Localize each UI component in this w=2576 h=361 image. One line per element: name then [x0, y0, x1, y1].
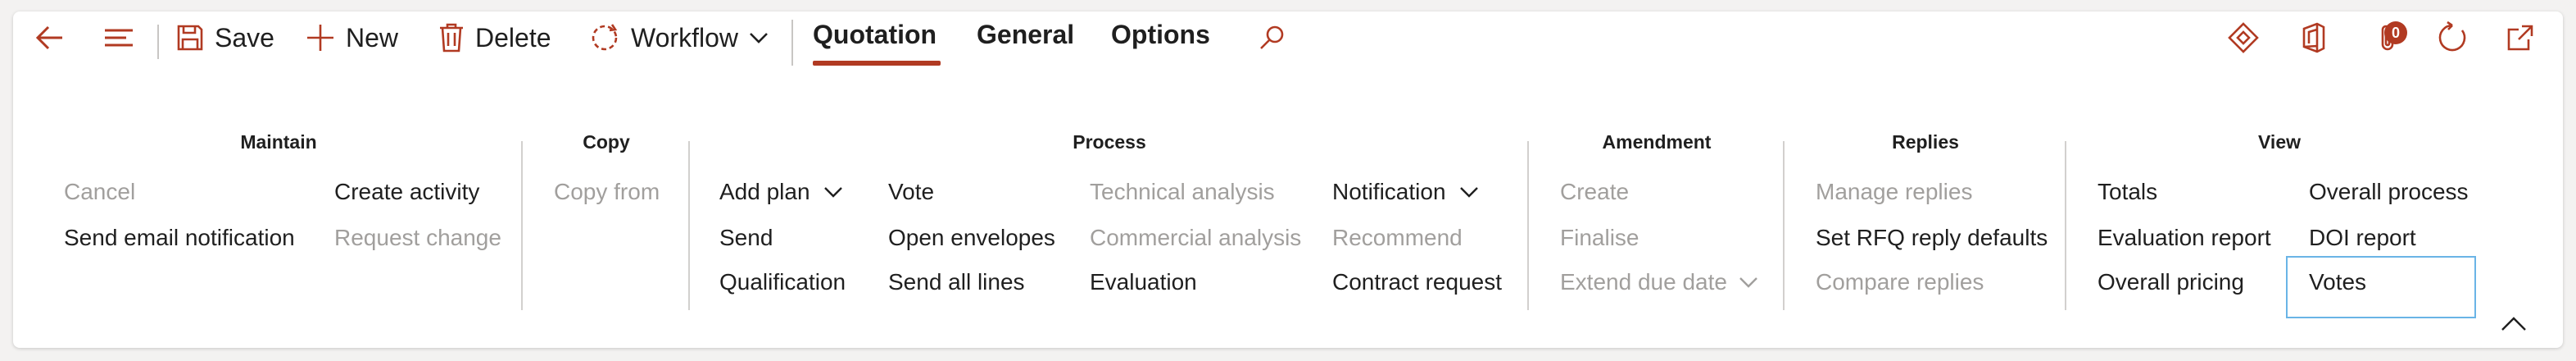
power-apps-button[interactable] [2227, 20, 2260, 56]
votes-button[interactable]: Votes [2309, 269, 2366, 295]
group-separator [2065, 141, 2066, 310]
manage-replies-button[interactable]: Manage replies [1816, 179, 1972, 205]
notification-label: Notification [1332, 179, 1446, 204]
chevron-down-icon [750, 33, 768, 43]
send-email-notification-button[interactable]: Send email notification [64, 225, 295, 251]
qualification-button[interactable]: Qualification [719, 269, 846, 295]
diamond-app-icon [2228, 22, 2259, 53]
send-button[interactable]: Send [719, 225, 773, 251]
doi-report-button[interactable]: DOI report [2309, 225, 2416, 251]
chevron-down-icon [823, 187, 842, 198]
notification-count-badge: 0 [2384, 21, 2407, 44]
compare-replies-button[interactable]: Compare replies [1816, 269, 1984, 295]
overall-pricing-button[interactable]: Overall pricing [2098, 269, 2244, 295]
trash-icon [440, 23, 463, 53]
cancel-button[interactable]: Cancel [64, 179, 135, 205]
group-separator [1783, 141, 1785, 310]
plus-icon [307, 25, 333, 51]
technical-analysis-button[interactable]: Technical analysis [1090, 179, 1275, 205]
chevron-up-icon [2501, 317, 2526, 331]
chevron-down-icon [1739, 277, 1757, 288]
create-button[interactable]: Create [1560, 179, 1629, 205]
group-title-replies: Replies [1892, 131, 1959, 153]
workflow-icon [592, 24, 618, 51]
search-icon [1260, 25, 1284, 49]
recommend-button[interactable]: Recommend [1332, 225, 1463, 251]
tab-quotation[interactable]: Quotation [813, 20, 941, 66]
workflow-label: Workflow [631, 22, 738, 53]
toolbar-divider [157, 25, 159, 59]
save-button[interactable]: Save [175, 20, 274, 56]
group-title-maintain: Maintain [240, 131, 317, 153]
tab-general-label: General [977, 20, 1075, 49]
create-activity-button[interactable]: Create activity [334, 179, 479, 205]
search-button[interactable] [1257, 20, 1286, 56]
overall-process-button[interactable]: Overall process [2309, 179, 2469, 205]
workflow-button[interactable]: Workflow [588, 20, 771, 56]
open-envelopes-button[interactable]: Open envelopes [888, 225, 1055, 251]
save-label: Save [215, 22, 274, 53]
delete-label: Delete [475, 22, 551, 53]
menu-lines-icon [105, 29, 133, 47]
evaluation-button[interactable]: Evaluation [1090, 269, 1197, 295]
send-all-lines-button[interactable]: Send all lines [888, 269, 1025, 295]
office-icon [2302, 22, 2325, 53]
new-button[interactable]: New [305, 20, 398, 56]
group-separator [521, 141, 523, 310]
finalise-button[interactable]: Finalise [1560, 225, 1639, 251]
office-button[interactable] [2297, 20, 2330, 56]
new-label: New [346, 22, 399, 53]
refresh-button[interactable] [2435, 20, 2469, 56]
tab-options[interactable]: Options [1111, 20, 1210, 66]
set-rfq-reply-defaults-button[interactable]: Set RFQ reply defaults [1816, 225, 2048, 251]
extend-due-date-button[interactable]: Extend due date [1560, 269, 1760, 295]
group-title-amendment: Amendment [1602, 131, 1712, 153]
selected-tab-indicator [813, 61, 941, 66]
pop-out-icon [2507, 25, 2533, 51]
copy-from-button[interactable]: Copy from [554, 179, 660, 205]
refresh-icon [2438, 21, 2466, 52]
tab-options-label: Options [1111, 20, 1210, 49]
group-separator [688, 141, 690, 310]
contract-request-button[interactable]: Contract request [1332, 269, 1502, 295]
add-plan-label: Add plan [719, 179, 810, 204]
collapse-pane-button[interactable] [2497, 310, 2530, 336]
back-arrow-icon [35, 25, 62, 50]
hamburger-menu-button[interactable] [102, 20, 136, 56]
group-title-view: View [2258, 131, 2301, 153]
evaluation-report-button[interactable]: Evaluation report [2098, 225, 2271, 251]
group-title-process: Process [1073, 131, 1146, 153]
commercial-analysis-button[interactable]: Commercial analysis [1090, 225, 1301, 251]
add-plan-button[interactable]: Add plan [719, 179, 845, 205]
vote-button[interactable]: Vote [888, 179, 934, 205]
tab-general[interactable]: General [977, 20, 1075, 66]
totals-button[interactable]: Totals [2098, 179, 2157, 205]
notification-button[interactable]: Notification [1332, 179, 1481, 205]
chevron-down-icon [1459, 187, 1478, 198]
open-in-new-window-button[interactable] [2504, 20, 2537, 56]
group-separator [1527, 141, 1529, 310]
request-change-button[interactable]: Request change [334, 225, 501, 251]
back-button[interactable] [33, 20, 67, 56]
tab-quotation-label: Quotation [813, 20, 937, 49]
toolbar-divider [791, 20, 793, 66]
extend-due-date-label: Extend due date [1560, 269, 1727, 295]
group-title-copy: Copy [583, 131, 630, 153]
save-icon [177, 25, 203, 51]
delete-button[interactable]: Delete [438, 20, 551, 56]
